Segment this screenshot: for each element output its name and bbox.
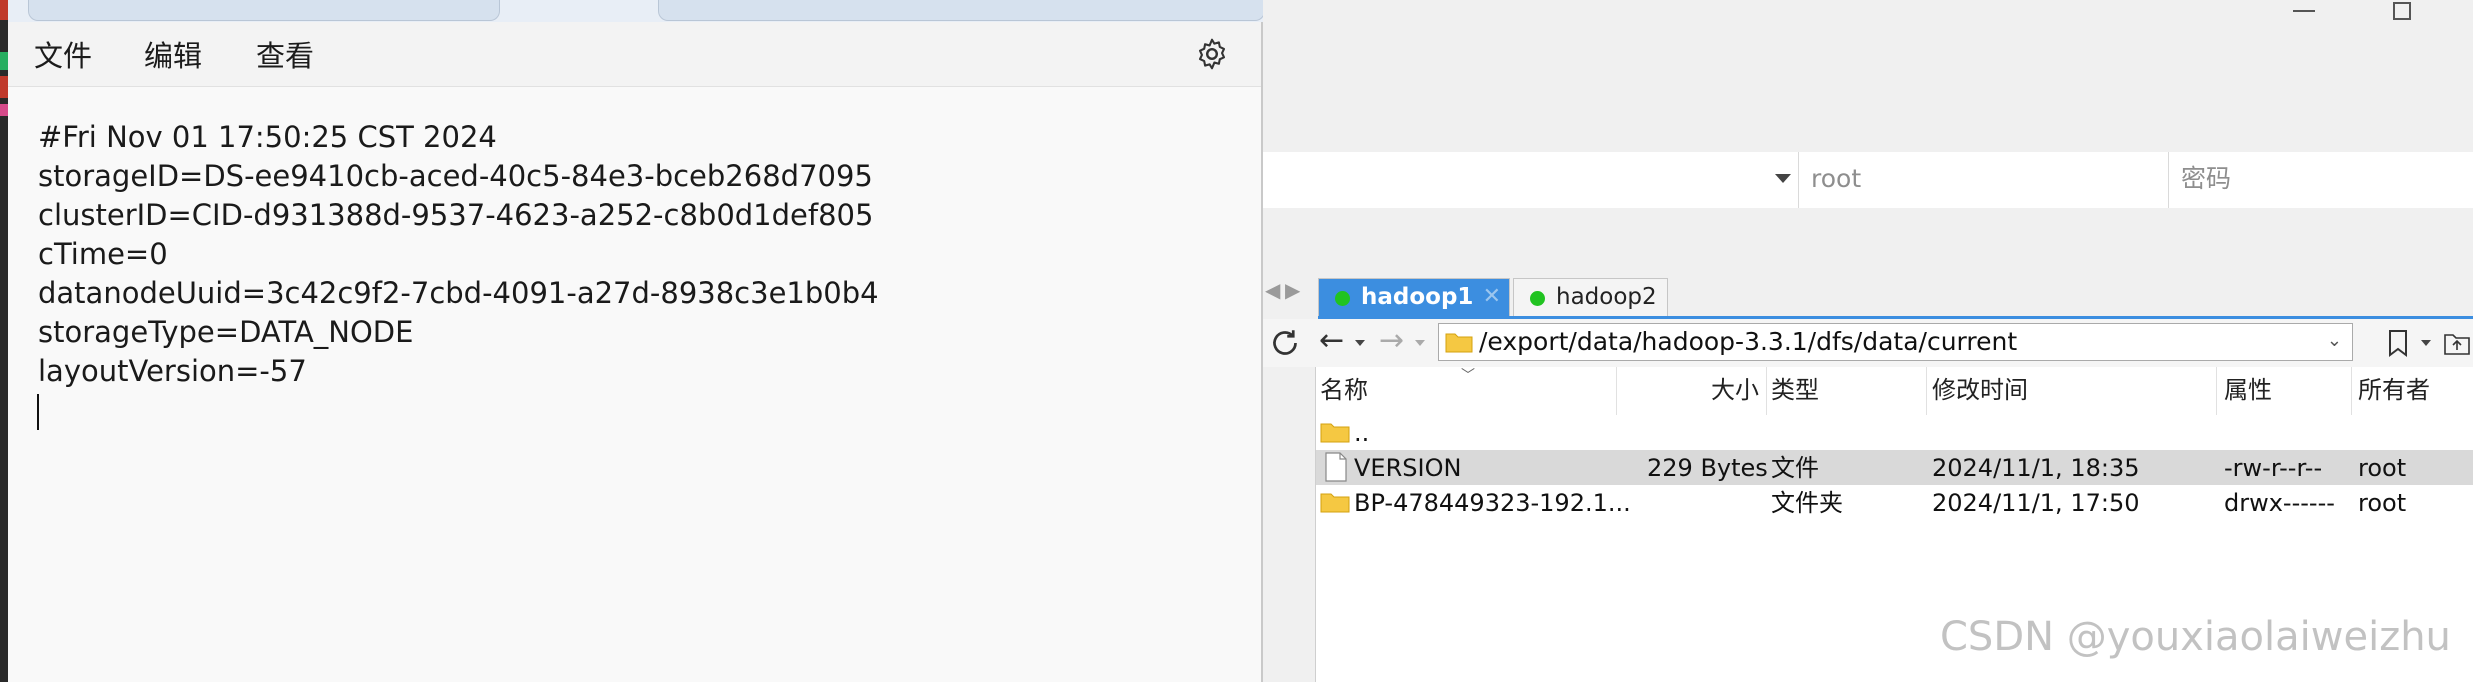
text-line: storageType=DATA_NODE (38, 315, 414, 349)
sftp-client-window: root 密码 ◀ ▶ hadoop1 ✕ hadoop2 ← → /expor… (1263, 0, 2473, 682)
text-caret (37, 394, 39, 430)
tab-hadoop2[interactable]: hadoop2 (1513, 278, 1668, 316)
col-size[interactable]: 大小 (1711, 375, 1759, 405)
current-path: /export/data/hadoop-3.3.1/dfs/data/curre… (1479, 327, 2018, 356)
notepad-menubar: 文件 编辑 查看 (8, 22, 1261, 87)
table-row[interactable]: VERSION 229 Bytes 文件 2024/11/1, 18:35 -r… (1316, 450, 2473, 485)
file-modified: 2024/11/1, 17:50 (1932, 489, 2140, 517)
column-divider[interactable] (1926, 367, 1927, 415)
col-name[interactable]: 名称 (1320, 375, 1368, 405)
username-placeholder: root (1811, 164, 1862, 193)
file-list-header: 名称 ﹀ 大小 类型 修改时间 属性 所有者 (1316, 367, 2473, 415)
file-modified: 2024/11/1, 18:35 (1932, 454, 2140, 482)
folder-icon (1320, 493, 1350, 513)
file-permissions: -rw-r--r-- (2224, 454, 2323, 482)
online-status-icon (1335, 291, 1350, 306)
tab-hadoop1[interactable]: hadoop1 ✕ (1318, 278, 1510, 316)
column-divider[interactable] (1766, 367, 1767, 415)
connection-bar: root 密码 (1263, 152, 2473, 208)
sort-indicator-icon: ﹀ (1461, 368, 1475, 384)
chevron-down-icon[interactable]: ⌄ (2327, 330, 2342, 351)
tab-scroll-right-icon[interactable]: ▶ (1285, 278, 1300, 302)
col-type[interactable]: 类型 (1771, 375, 1819, 405)
refresh-icon[interactable] (1267, 325, 1303, 361)
text-line: #Fri Nov 01 17:50:25 CST 2024 (38, 120, 497, 154)
text-line: cTime=0 (38, 237, 168, 271)
notepad-tab[interactable] (658, 0, 1265, 21)
username-field[interactable]: root (1798, 152, 2158, 208)
bookmark-icon[interactable] (2385, 329, 2411, 357)
password-field[interactable]: 密码 (2168, 152, 2473, 208)
online-status-icon (1530, 291, 1545, 306)
minimize-icon[interactable] (2293, 10, 2315, 12)
text-line: storageID=DS-ee9410cb-aced-40c5-84e3-bce… (38, 159, 873, 193)
forward-arrow-icon[interactable]: → (1379, 323, 1404, 358)
menu-view[interactable]: 查看 (256, 36, 314, 76)
forward-history-dropdown-icon[interactable] (1415, 340, 1425, 346)
file-name: .. (1354, 419, 1370, 447)
desktop-edge-strip (0, 0, 8, 682)
notepad-tab[interactable] (28, 0, 500, 21)
file-browser-toolbar: ← → /export/data/hadoop-3.3.1/dfs/data/c… (1263, 319, 2473, 367)
tab-label: hadoop1 (1361, 284, 1474, 310)
column-divider[interactable] (2216, 367, 2217, 415)
menu-file[interactable]: 文件 (34, 36, 92, 76)
path-input[interactable]: /export/data/hadoop-3.3.1/dfs/data/curre… (1438, 323, 2353, 361)
col-permissions[interactable]: 属性 (2224, 375, 2272, 405)
file-type: 文件夹 (1771, 489, 1843, 517)
file-icon (1325, 452, 1347, 482)
table-row[interactable]: BP-478449323-192.1... 文件夹 2024/11/1, 17:… (1316, 485, 2473, 520)
column-divider[interactable] (2351, 367, 2352, 415)
text-line: clusterID=CID-d931388d-9537-4623-a252-c8… (38, 198, 874, 232)
back-arrow-icon[interactable]: ← (1319, 323, 1344, 358)
file-size: 229 Bytes (1647, 454, 1768, 482)
text-line: datanodeUuid=3c42c9f2-7cbd-4091-a27d-893… (38, 276, 879, 310)
file-type: 文件 (1771, 454, 1819, 482)
file-name: BP-478449323-192.1... (1354, 489, 1631, 517)
maximize-icon[interactable] (2393, 2, 2411, 20)
settings-gear-icon[interactable] (1194, 36, 1230, 72)
password-placeholder: 密码 (2181, 164, 2232, 193)
table-row[interactable]: .. (1316, 415, 2473, 450)
col-modified[interactable]: 修改时间 (1932, 375, 2028, 405)
close-tab-icon[interactable]: ✕ (1483, 283, 1501, 311)
tab-label: hadoop2 (1556, 284, 1657, 310)
watermark: CSDN @youxiaolaiweizhu (1940, 614, 2451, 660)
new-folder-icon[interactable] (2443, 329, 2471, 357)
menu-edit[interactable]: 编辑 (144, 36, 202, 76)
file-owner: root (2358, 489, 2407, 517)
file-permissions: drwx------ (2224, 489, 2335, 517)
tab-scroll-left-icon[interactable]: ◀ (1265, 278, 1280, 302)
folder-icon (1320, 423, 1350, 443)
file-name: VERSION (1354, 454, 1462, 482)
back-history-dropdown-icon[interactable] (1355, 340, 1365, 346)
notepad-window: 文件 编辑 查看 #Fri Nov 01 17:50:25 CST 2024 s… (8, 0, 1265, 682)
notepad-tab-strip (8, 0, 1265, 22)
notepad-editor[interactable]: #Fri Nov 01 17:50:25 CST 2024 storageID=… (38, 118, 879, 391)
col-owner[interactable]: 所有者 (2358, 375, 2430, 405)
host-dropdown-arrow-icon[interactable] (1775, 174, 1791, 183)
file-owner: root (2358, 454, 2407, 482)
column-divider[interactable] (1616, 367, 1617, 415)
text-line: layoutVersion=-57 (38, 354, 307, 388)
session-tab-bar: ◀ ▶ hadoop1 ✕ hadoop2 (1263, 268, 2473, 318)
folder-icon (1445, 333, 1473, 353)
bookmark-dropdown-icon[interactable] (2421, 340, 2431, 346)
